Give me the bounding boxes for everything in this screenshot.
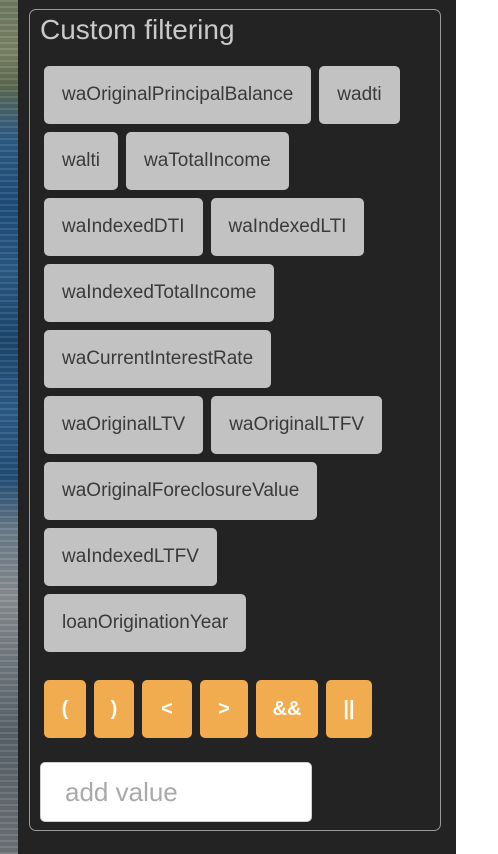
operator-button-open-paren[interactable]: ( (44, 680, 86, 738)
field-button-waIndexedLTI[interactable]: waIndexedLTI (210, 198, 365, 256)
operator-button-and[interactable]: && (256, 680, 318, 738)
operator-button-list: ( ) < > && || (44, 680, 372, 738)
operator-button-close-paren[interactable]: ) (94, 680, 134, 738)
page-margin (456, 0, 498, 854)
background-photo (0, 0, 18, 854)
custom-filter-title: Custom filtering (40, 14, 235, 45)
field-button-loanOriginationYear[interactable]: loanOriginationYear (44, 594, 247, 652)
field-button-waOriginalLTFV[interactable]: waOriginalLTFV (211, 396, 383, 454)
field-button-waOriginalLTV[interactable]: waOriginalLTV (44, 396, 204, 454)
page: Custom filtering waOriginalPrincipalBala… (0, 0, 498, 854)
field-button-wadti[interactable]: wadti (319, 66, 400, 124)
operator-button-or[interactable]: || (326, 680, 372, 738)
field-button-waOriginalForeclosureValue[interactable]: waOriginalForeclosureValue (44, 462, 318, 520)
field-button-waIndexedTotalIncome[interactable]: waIndexedTotalIncome (44, 264, 275, 322)
add-value-input[interactable] (40, 762, 312, 822)
field-button-walti[interactable]: walti (44, 132, 119, 190)
field-button-list: waOriginalPrincipalBalance wadti walti w… (44, 66, 424, 652)
operator-button-less-than[interactable]: < (142, 680, 192, 738)
field-button-waCurrentInterestRate[interactable]: waCurrentInterestRate (44, 330, 272, 388)
field-button-waOriginalPrincipalBalance[interactable]: waOriginalPrincipalBalance (44, 66, 312, 124)
operator-button-greater-than[interactable]: > (200, 680, 248, 738)
field-button-waTotalIncome[interactable]: waTotalIncome (126, 132, 289, 190)
field-button-waIndexedLTFV[interactable]: waIndexedLTFV (44, 528, 217, 586)
field-button-waIndexedDTI[interactable]: waIndexedDTI (44, 198, 203, 256)
